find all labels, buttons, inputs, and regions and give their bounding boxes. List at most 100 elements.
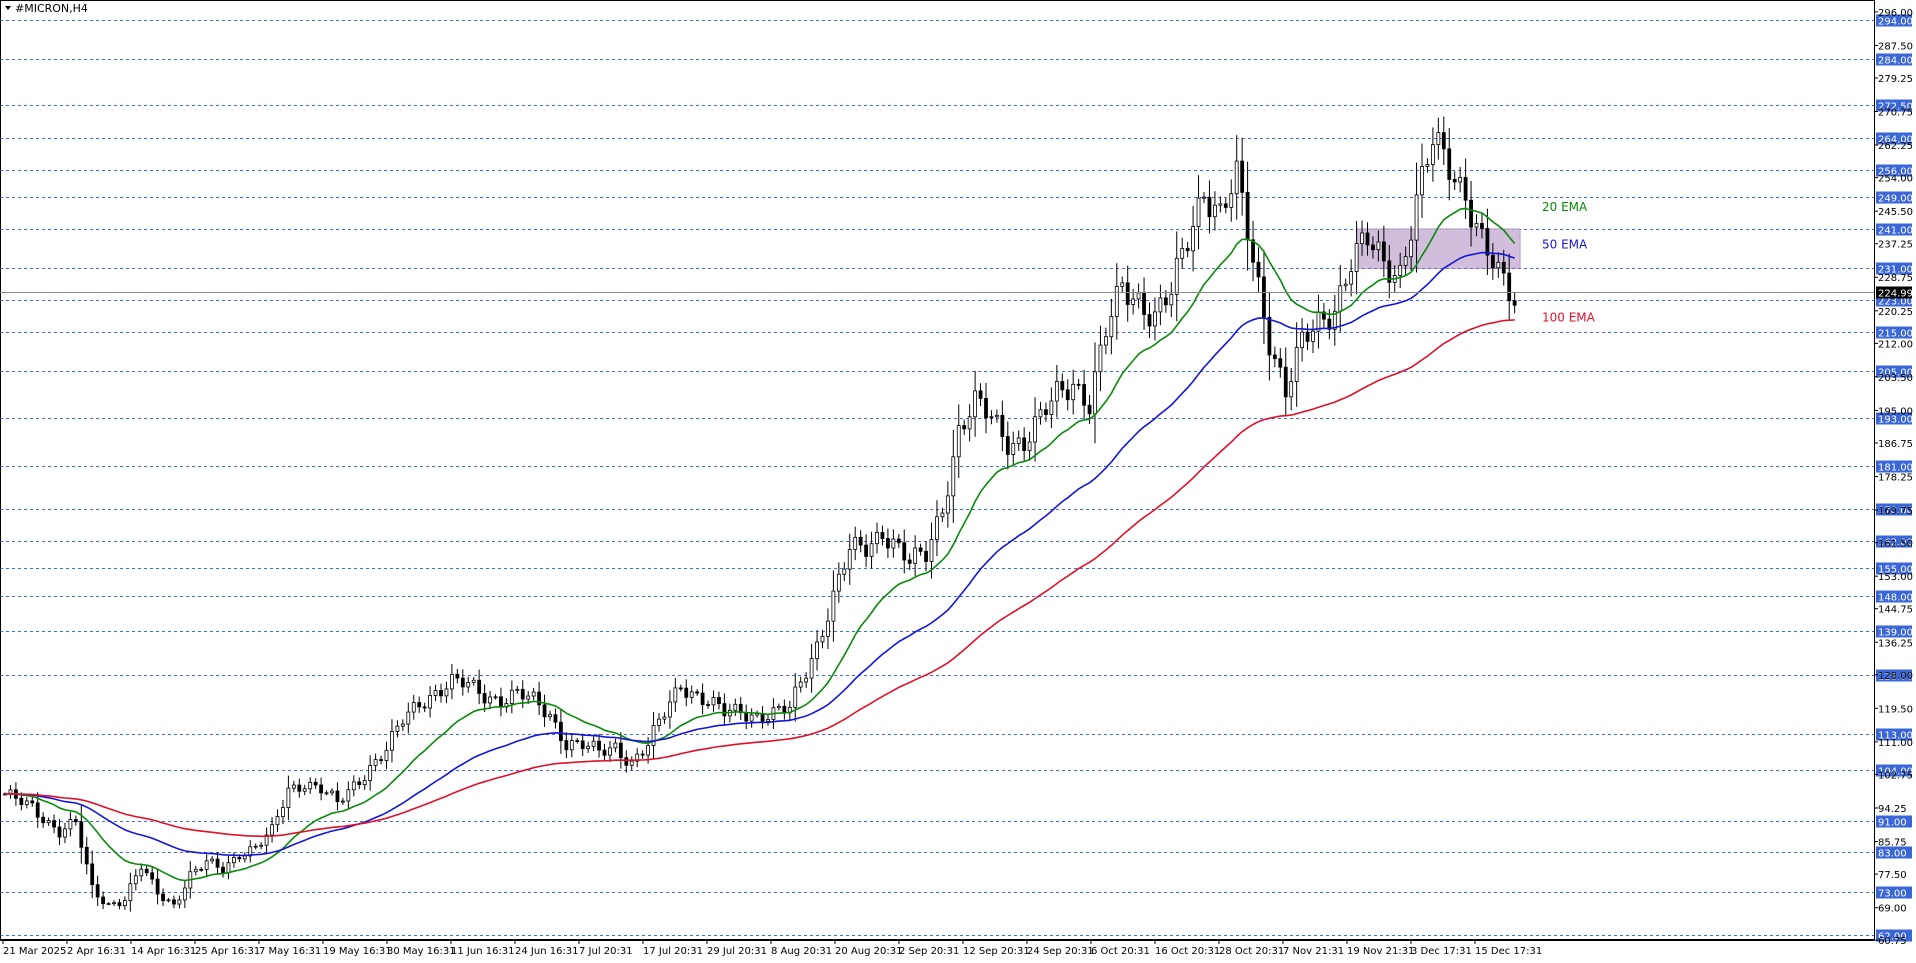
candle-body (1218, 203, 1223, 206)
candle-body (1229, 193, 1234, 208)
candle-body (417, 702, 422, 708)
candle-body (1431, 144, 1435, 165)
candle-body (1452, 179, 1457, 183)
price-tick-label: 245.50 (1878, 207, 1913, 218)
candle-body (706, 704, 710, 706)
candle-body (24, 800, 29, 805)
candle-body (657, 718, 661, 726)
candle-body (520, 688, 525, 700)
candle-body (1349, 271, 1354, 285)
ema-legend-label: 50 EMA (1542, 238, 1588, 252)
candle-body (1376, 241, 1381, 251)
candle-body (1082, 384, 1086, 406)
price-tick-label: 262.25 (1878, 141, 1913, 152)
price-tick-label: 69.00 (1878, 904, 1907, 915)
candle-body (1180, 248, 1185, 259)
candle-body (847, 549, 852, 570)
candle-body (466, 682, 471, 688)
price-tick-label: 153.00 (1878, 572, 1913, 583)
candle-body (1381, 241, 1386, 262)
candle-body (531, 691, 536, 697)
candle-body (1447, 148, 1452, 180)
candle-body (95, 884, 100, 898)
candle-body (253, 845, 258, 848)
candle-body (1213, 204, 1217, 218)
candle-body (858, 536, 863, 546)
candle-body (907, 559, 912, 564)
level-label: 148.00 (1878, 593, 1913, 604)
candle-body (1371, 244, 1375, 251)
candle-body (73, 819, 78, 823)
candle-body (1049, 400, 1054, 416)
candle-body (1174, 257, 1179, 295)
candle-body (1245, 191, 1250, 241)
time-tick-label: 24 Sep 20:31 (1027, 946, 1094, 957)
candle-body (270, 824, 274, 836)
price-tick-label: 279.25 (1878, 74, 1913, 85)
candle-body (373, 759, 378, 766)
time-tick-label: 24 Jun 16:31 (515, 946, 579, 957)
candle-body (155, 878, 160, 895)
price-tick-label: 136.25 (1878, 638, 1913, 649)
candle-body (662, 716, 667, 720)
candle-body (1311, 330, 1315, 342)
candle-body (869, 543, 874, 557)
candle-body (978, 390, 983, 399)
candle-body (1109, 316, 1114, 338)
time-tick-label: 7 Jul 20:31 (579, 946, 633, 957)
price-chart[interactable]: 294.00284.00272.50264.00256.00249.00241.… (0, 0, 1916, 963)
candle-body (744, 712, 749, 722)
candle-body (161, 893, 165, 902)
candle-body (133, 875, 138, 885)
candle-body (379, 759, 383, 761)
candle-body (1125, 282, 1130, 305)
candle-body (956, 425, 961, 458)
candle-body (580, 740, 585, 749)
time-tick-label: 15 Dec 17:31 (1475, 946, 1542, 957)
price-tick-label: 144.75 (1878, 605, 1913, 616)
candle-body (1305, 331, 1310, 342)
candle-body (668, 701, 672, 718)
candle-body (395, 725, 400, 732)
price-tick-label: 119.50 (1878, 704, 1913, 715)
candle-body (117, 902, 122, 907)
ema-legend-label: 100 EMA (1542, 311, 1596, 325)
candle-body (1354, 243, 1359, 272)
candle-body (831, 590, 836, 622)
time-tick-label: 17 Jul 20:31 (643, 946, 703, 957)
level-label: 249.00 (1878, 194, 1913, 205)
candle-body (1196, 197, 1201, 227)
candle-body (84, 846, 89, 865)
candle-body (1131, 298, 1136, 305)
candle-body (1278, 358, 1283, 368)
candle-body (1234, 160, 1239, 195)
candle-body (390, 730, 394, 751)
candle-body (711, 697, 716, 706)
candle-body (1185, 248, 1190, 252)
candle-body (673, 687, 678, 703)
candle-body (1294, 347, 1299, 382)
candle-body (842, 568, 847, 575)
candle-body (150, 872, 155, 880)
candle-body (335, 790, 340, 803)
candle-body (286, 787, 291, 808)
candle-body (1163, 297, 1168, 306)
candle-body (1114, 285, 1119, 317)
candle-body (586, 745, 591, 749)
candle-body (1398, 264, 1403, 276)
candle-body (1480, 222, 1484, 229)
candle-body (30, 800, 35, 804)
level-label: 73.00 (1878, 889, 1907, 900)
candle-body (90, 863, 95, 886)
time-tick-label: 16 Oct 20:31 (1155, 946, 1220, 957)
candle-body (804, 677, 809, 683)
time-tick-label: 2 Apr 16:31 (67, 946, 126, 957)
candle-body (1463, 176, 1468, 201)
candle-body (101, 896, 105, 905)
candle-body (444, 688, 449, 697)
candle-body (1060, 381, 1065, 391)
candle-body (215, 858, 220, 868)
candle-body (362, 780, 367, 786)
price-tick-label: 254.00 (1878, 174, 1913, 185)
candle-body (1011, 443, 1016, 455)
